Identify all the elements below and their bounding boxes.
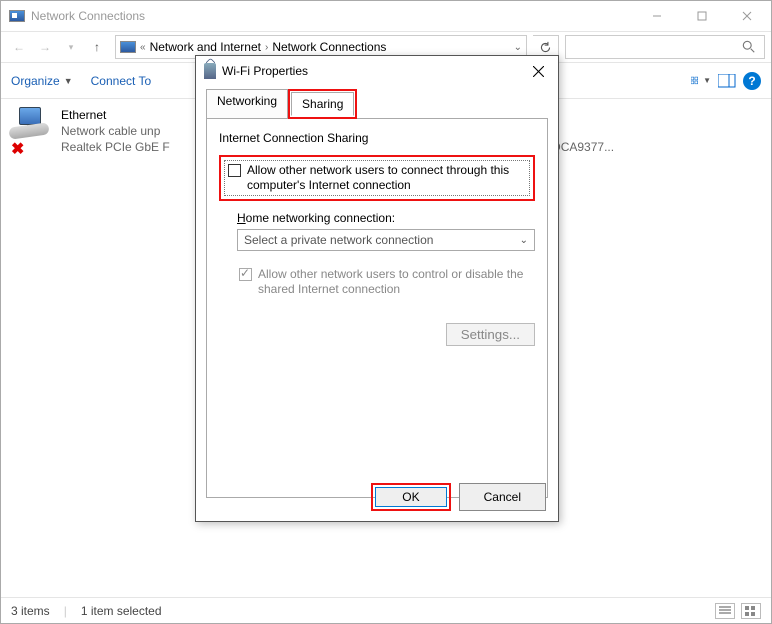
status-item-count: 3 items	[11, 604, 50, 618]
tab-networking[interactable]: Networking	[206, 89, 288, 119]
adapter-status: Network cable unp	[61, 123, 170, 139]
tab-panel-sharing: Internet Connection Sharing Allow other …	[206, 118, 548, 498]
view-icon[interactable]: ▼	[691, 73, 711, 89]
connect-to-button[interactable]: Connect To	[91, 74, 152, 88]
select-value: Select a private network connection	[244, 233, 433, 247]
allow-connect-checkbox-row[interactable]: Allow other network users to connect thr…	[224, 160, 530, 196]
window-title: Network Connections	[31, 9, 145, 23]
adapter-device: Realtek PCIe GbE F	[61, 139, 170, 155]
help-icon[interactable]: ?	[743, 72, 761, 90]
location-icon	[120, 41, 136, 53]
titlebar: Network Connections	[1, 1, 771, 31]
close-button[interactable]	[724, 2, 769, 30]
allow-control-label: Allow other network users to control or …	[258, 267, 533, 297]
ok-button[interactable]: OK	[375, 487, 446, 507]
wifi-adapter-icon	[204, 63, 216, 79]
dialog-titlebar: Wi-Fi Properties	[196, 56, 558, 86]
breadcrumb-level2[interactable]: Network Connections	[272, 40, 386, 54]
back-button[interactable]: ←	[7, 35, 31, 59]
highlight-annotation: Allow other network users to connect thr…	[219, 155, 535, 201]
cancel-button[interactable]: Cancel	[459, 483, 546, 511]
view-large-icon[interactable]	[741, 603, 761, 619]
adapter-name: Ethernet	[61, 107, 170, 123]
highlight-annotation: Sharing	[288, 89, 357, 119]
view-details-icon[interactable]	[715, 603, 735, 619]
home-networking-select[interactable]: Select a private network connection ⌄	[237, 229, 535, 251]
group-label: Internet Connection Sharing	[219, 131, 535, 145]
dialog-title: Wi-Fi Properties	[222, 64, 308, 78]
maximize-button[interactable]	[679, 2, 724, 30]
disconnected-icon: ✖	[11, 139, 24, 159]
search-input[interactable]	[565, 35, 765, 59]
highlight-annotation: OK	[371, 483, 450, 511]
settings-button: Settings...	[446, 323, 535, 346]
forward-button[interactable]: →	[33, 35, 57, 59]
dialog-tabs: Networking Sharing	[206, 89, 548, 119]
allow-control-checkbox-row: Allow other network users to control or …	[237, 265, 535, 299]
chevron-icon: ›	[265, 42, 268, 53]
allow-connect-label: Allow other network users to connect thr…	[247, 163, 526, 193]
statusbar: 3 items | 1 item selected	[1, 597, 771, 623]
breadcrumb-level1[interactable]: Network and Internet	[150, 40, 261, 54]
ethernet-icon	[9, 107, 49, 135]
chevron-down-icon[interactable]: ⌄	[514, 42, 522, 53]
checkbox-icon[interactable]	[228, 164, 241, 177]
wifi-properties-dialog: Wi-Fi Properties Networking Sharing Inte…	[195, 55, 559, 522]
minimize-button[interactable]	[634, 2, 679, 30]
dialog-close-button[interactable]	[524, 59, 552, 83]
history-dropdown[interactable]: ▾	[59, 35, 83, 59]
organize-menu[interactable]: Organize ▼	[11, 74, 73, 88]
checkbox-icon	[239, 268, 252, 281]
preview-pane-icon[interactable]	[717, 73, 737, 89]
search-icon	[742, 40, 756, 54]
up-button[interactable]: ↑	[85, 35, 109, 59]
chevron-down-icon: ⌄	[520, 235, 528, 246]
tab-sharing[interactable]: Sharing	[291, 92, 354, 116]
chevron-icon: «	[140, 42, 146, 53]
status-selection: 1 item selected	[81, 604, 162, 618]
home-networking-label: Home networking connection:	[237, 211, 535, 225]
window-icon	[9, 10, 25, 22]
